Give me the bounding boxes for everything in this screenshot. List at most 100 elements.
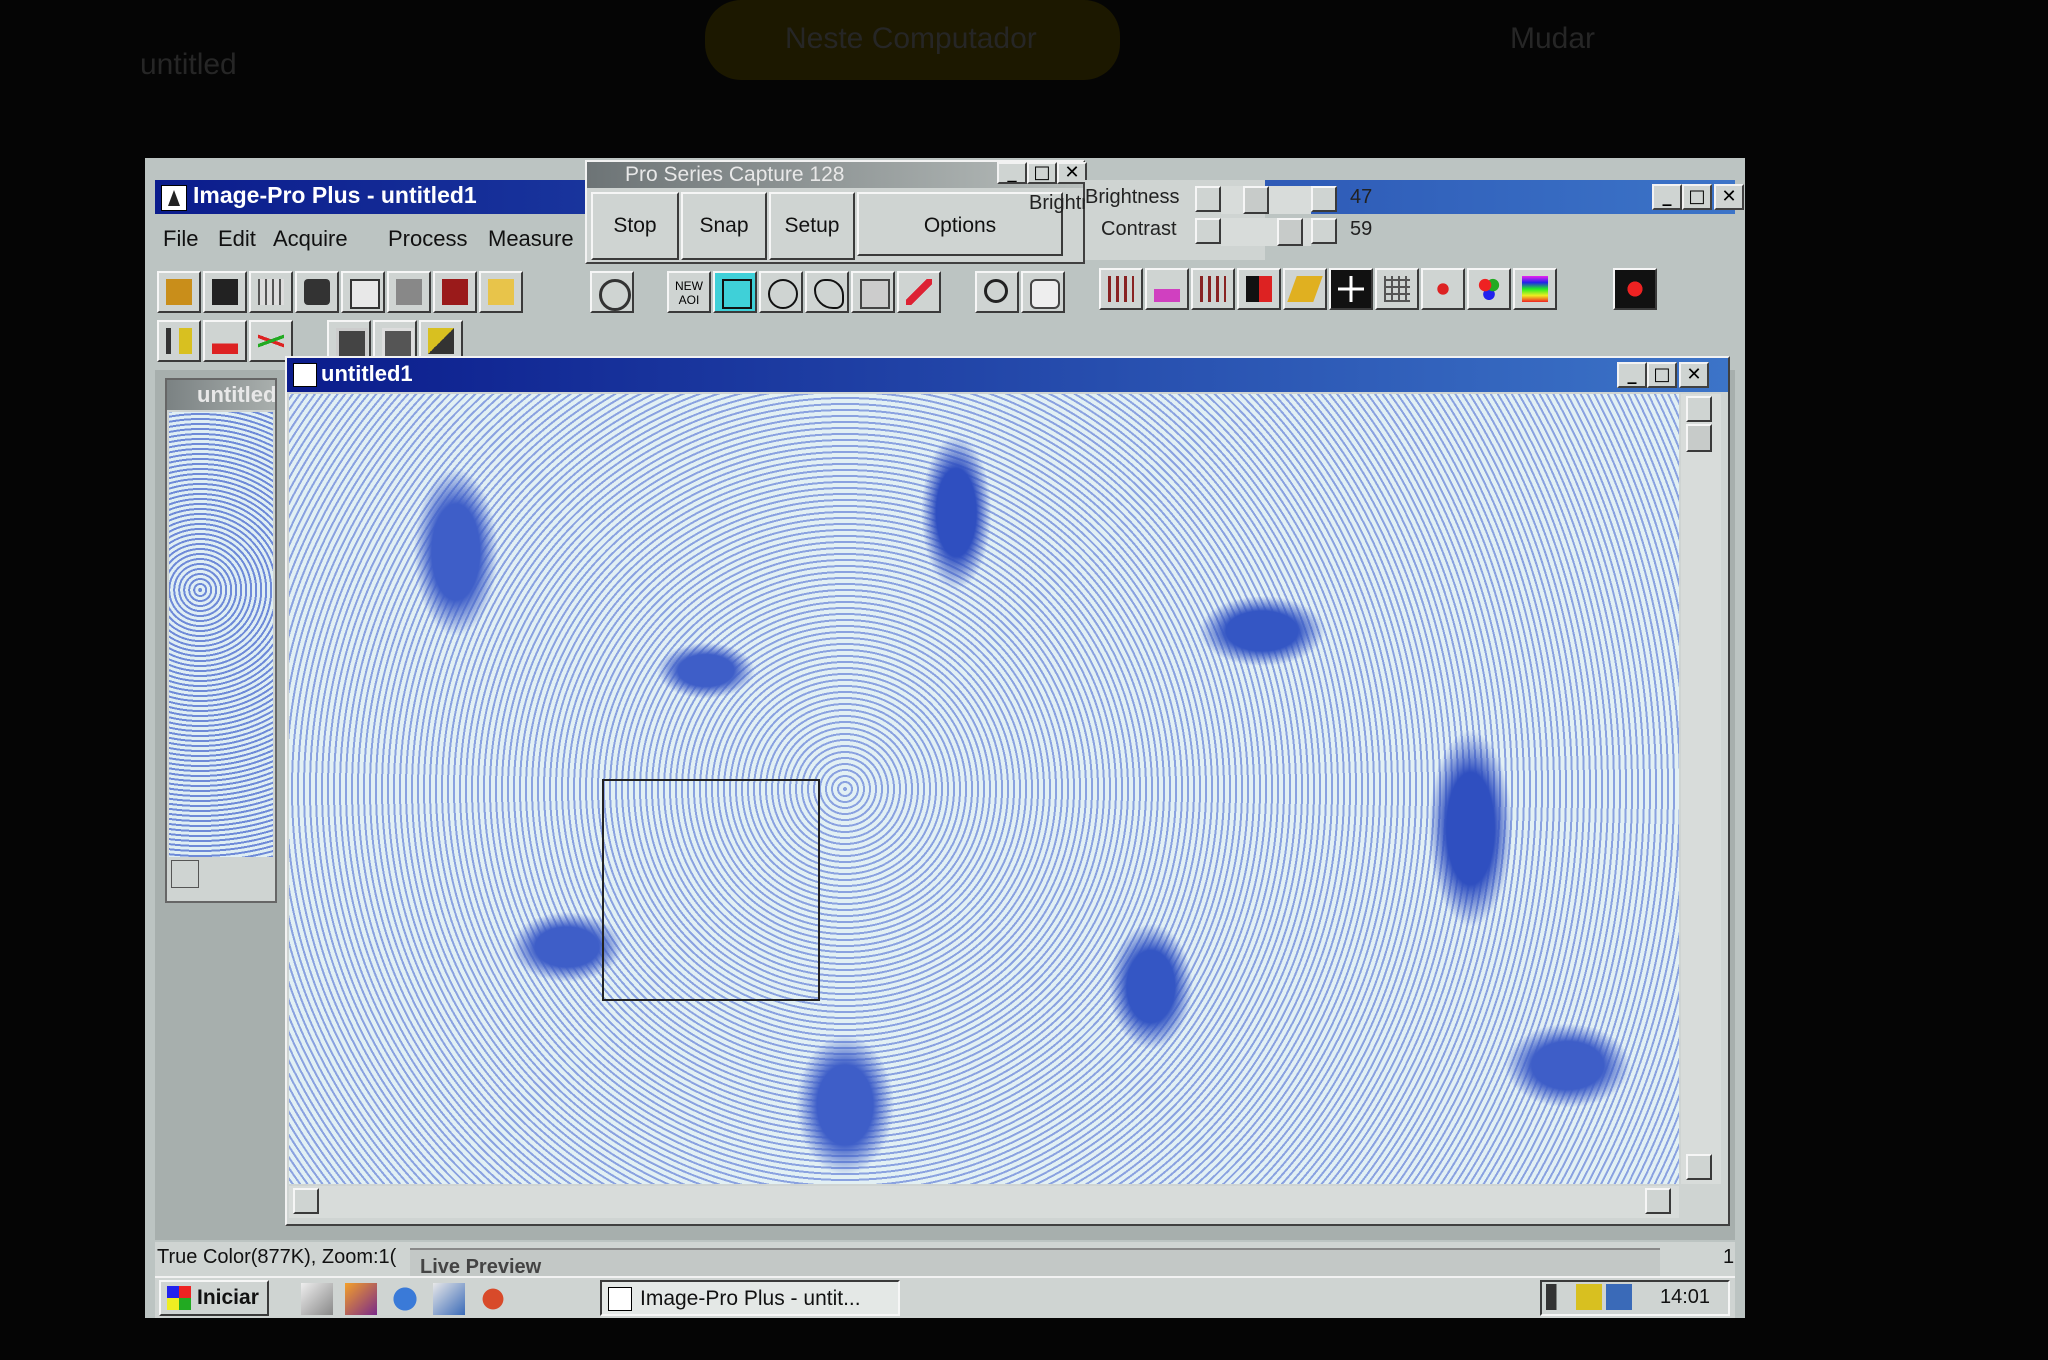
menu-process[interactable]: Process [388, 226, 467, 252]
vertical-scroll-thumb[interactable] [1686, 424, 1712, 452]
quicklaunch-desktop-icon[interactable] [301, 1283, 333, 1315]
stop-button[interactable]: Stop [591, 192, 679, 260]
ellipse-icon [768, 279, 798, 309]
contrast-value: 59 [1350, 218, 1373, 240]
quicklaunch-media-icon[interactable] [345, 1283, 377, 1315]
setup-button[interactable]: Setup [769, 192, 855, 260]
grid-button[interactable] [249, 271, 293, 313]
scroll-down-button[interactable] [1686, 1154, 1712, 1180]
horizontal-scrollbar[interactable] [289, 1186, 1679, 1218]
quicklaunch-ie-icon[interactable] [389, 1283, 421, 1315]
contrast-increase-button[interactable] [1311, 218, 1337, 244]
clock: 14:01 [1660, 1286, 1711, 1308]
color-blocks-button[interactable] [1237, 268, 1281, 310]
macro-button[interactable] [1613, 268, 1657, 310]
eraser-button[interactable] [341, 271, 385, 313]
snap-button[interactable]: Snap [681, 192, 767, 260]
capture-maximize-button[interactable]: □ [1027, 162, 1057, 184]
monitor-tray-icon[interactable] [1606, 1284, 1632, 1310]
brightness-label-visible: Brightness [1085, 186, 1180, 208]
print-button[interactable] [387, 271, 431, 313]
crosshair-button[interactable] [1329, 268, 1373, 310]
contrast-label: Contrast [1101, 218, 1177, 240]
capture-minimize-button[interactable]: _ [997, 162, 1027, 184]
line-profile-icon [258, 328, 284, 354]
save-button[interactable] [203, 271, 247, 313]
quicklaunch-channel-icon[interactable] [477, 1283, 509, 1315]
image-window: untitled1 _ □ ✕ [285, 356, 1730, 1226]
image-window-icon [293, 363, 317, 387]
task-app-icon [608, 1287, 632, 1311]
minimize-button[interactable]: _ [1652, 184, 1682, 210]
bars-button[interactable] [1191, 268, 1235, 310]
magnifier-icon [984, 279, 1008, 303]
quicklaunch-outlook-icon[interactable] [433, 1283, 465, 1315]
rectangle-aoi-button[interactable] [713, 271, 757, 313]
selected-aoi-rectangle[interactable] [602, 779, 820, 1001]
left-window-title-bar[interactable]: untitled [167, 380, 276, 410]
brightness-increase-button[interactable] [1311, 186, 1337, 212]
menu-file[interactable]: File [163, 226, 198, 252]
undo-button[interactable] [590, 271, 634, 313]
contrast-decrease-button[interactable] [1195, 218, 1221, 244]
histogram-pink-button[interactable] [1145, 268, 1189, 310]
image-minimize-button[interactable]: _ [1617, 362, 1647, 388]
start-button[interactable]: Iniciar [159, 1280, 269, 1316]
levels-button[interactable] [1099, 268, 1143, 310]
start-label: Iniciar [197, 1286, 259, 1309]
calibration-button[interactable] [157, 320, 201, 362]
color-blocks-icon [1246, 276, 1272, 302]
measure-grid-button[interactable] [1375, 268, 1419, 310]
menu-edit[interactable]: Edit [218, 226, 256, 252]
macro-icon [1622, 276, 1648, 302]
image-maximize-button[interactable]: □ [1647, 362, 1677, 388]
new-aoi-button[interactable]: NEW AOI [667, 271, 711, 313]
database-button[interactable] [433, 271, 477, 313]
scroll-left-button[interactable] [293, 1188, 319, 1214]
annotate-icon [428, 328, 454, 354]
app-icon [161, 185, 187, 211]
menu-acquire[interactable]: Acquire [273, 226, 348, 252]
layers-button[interactable] [1283, 268, 1327, 310]
scroll-right-button[interactable] [1645, 1188, 1671, 1214]
pencil-button[interactable] [897, 271, 941, 313]
taskbar-task-button[interactable]: Image-Pro Plus - untit... [600, 1280, 900, 1316]
histogram-button[interactable] [203, 320, 247, 362]
bars-icon [1200, 276, 1226, 302]
ellipse-aoi-button[interactable] [759, 271, 803, 313]
pan-button[interactable] [1021, 271, 1065, 313]
maximize-button[interactable]: □ [1682, 184, 1712, 210]
image-window-title-bar[interactable]: untitled1 _ □ ✕ [287, 358, 1728, 392]
palette-button[interactable] [1513, 268, 1557, 310]
menu-bar: File Edit Acquire Process Measure [163, 226, 583, 256]
image-close-button[interactable]: ✕ [1679, 362, 1709, 388]
menu-measure[interactable]: Measure [488, 226, 574, 252]
contrast-slider-thumb[interactable] [1277, 218, 1303, 246]
zoom-button[interactable] [975, 271, 1019, 313]
brightness-decrease-button[interactable] [1195, 186, 1221, 212]
vertical-scrollbar[interactable] [1681, 394, 1721, 1184]
camera-button[interactable] [295, 271, 339, 313]
magic-wand-button[interactable] [851, 271, 895, 313]
scroll-up-button[interactable] [1686, 396, 1712, 422]
capture-title-bar[interactable]: Pro Series Capture 128 _ □ ✕ [587, 162, 1087, 188]
close-button[interactable]: ✕ [1714, 184, 1744, 210]
task-label: Image-Pro Plus - untit... [640, 1287, 861, 1310]
left-image-window[interactable]: untitled [165, 378, 277, 903]
scheduler-icon[interactable] [1576, 1284, 1602, 1310]
calculator-button[interactable] [1421, 268, 1465, 310]
capture-close-button[interactable]: ✕ [1057, 162, 1087, 184]
eraser-icon [350, 279, 380, 309]
microscope-image[interactable] [289, 394, 1679, 1184]
open-button[interactable] [157, 271, 201, 313]
freehand-aoi-button[interactable] [805, 271, 849, 313]
color-channels-button[interactable] [1467, 268, 1511, 310]
print-icon [396, 279, 422, 305]
crosshair-icon [1338, 276, 1364, 302]
left-window-scroll-left[interactable] [171, 860, 199, 888]
camera-icon [304, 279, 330, 305]
mail-button[interactable] [479, 271, 523, 313]
volume-icon[interactable] [1546, 1284, 1572, 1310]
brightness-slider-thumb[interactable] [1243, 186, 1269, 214]
left-window-image [169, 412, 273, 857]
